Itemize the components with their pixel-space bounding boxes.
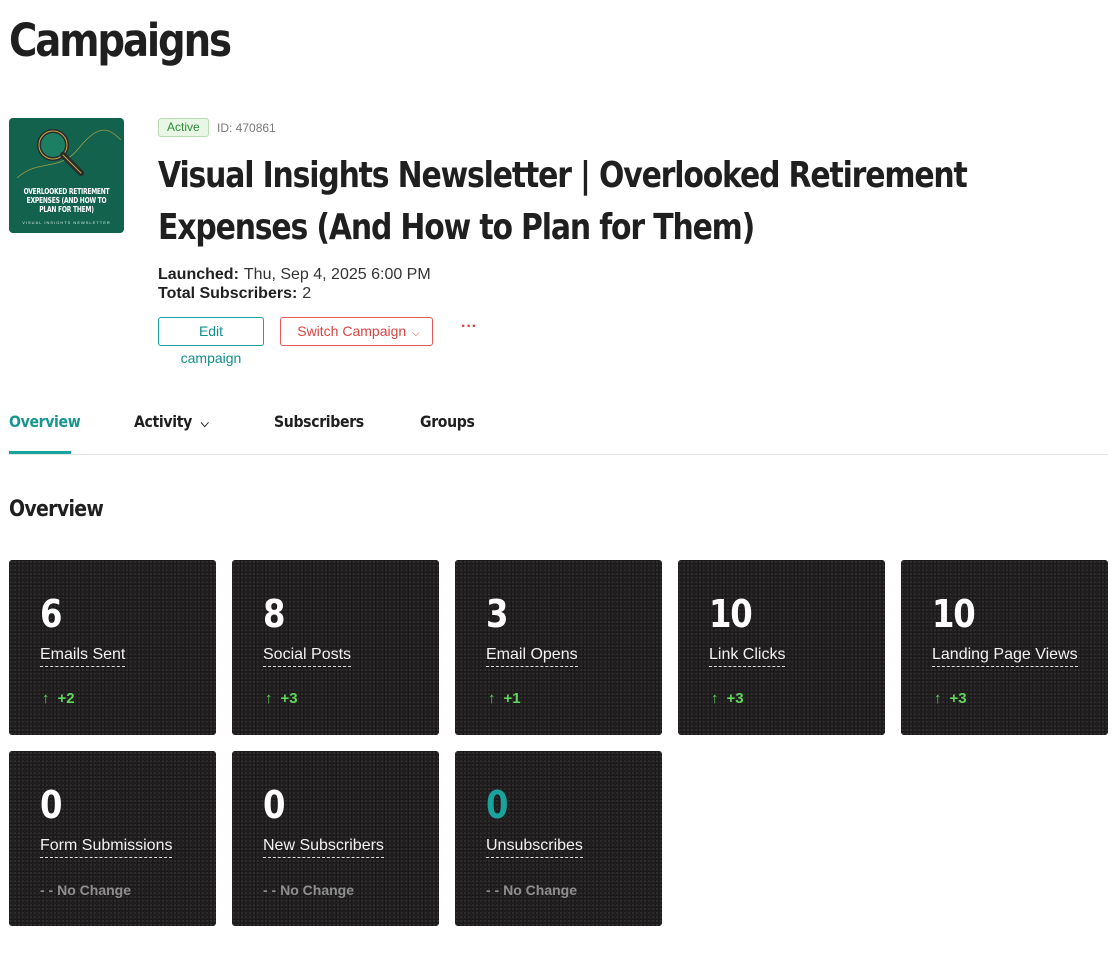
tab-overview[interactable]: Overview [9, 412, 81, 431]
stat-card-form-submissions[interactable]: 0 Form Submissions - - No Change [9, 751, 216, 926]
launched-row: Launched: Thu, Sep 4, 2025 6:00 PM [158, 266, 431, 284]
arrow-up-icon: ↑ [711, 690, 719, 707]
stat-card-emails-sent[interactable]: 6 Emails Sent ↑ +2 [9, 560, 216, 735]
switch-campaign-label: Switch Campaign [297, 323, 407, 339]
stat-change: ↑ +3 [932, 690, 967, 707]
stat-no-change: - - No Change [40, 882, 131, 898]
status-badge: Active [158, 118, 209, 137]
stat-change-value: +1 [503, 690, 521, 707]
stat-card-social-posts[interactable]: 8 Social Posts ↑ +3 [232, 560, 439, 735]
stat-label[interactable]: Link Clicks [709, 646, 786, 667]
active-tab-indicator [9, 451, 71, 454]
chevron-down-icon: ⌵ [412, 328, 420, 339]
stat-change: ↑ +1 [486, 690, 521, 707]
switch-campaign-button[interactable]: Switch Campaign ⌵ [280, 317, 433, 346]
campaign-title: Visual Insights Newsletter | Overlooked … [158, 155, 968, 248]
launched-label: Launched: [158, 266, 239, 283]
arrow-up-icon: ↑ [488, 690, 496, 707]
page-title: Campaigns [9, 14, 232, 67]
tab-bar: Overview Activity ⌵ Subscribers Groups [9, 400, 1108, 455]
stat-label[interactable]: Email Opens [486, 646, 578, 667]
total-subscribers-label: Total Subscribers: [158, 285, 298, 302]
edit-campaign-button[interactable]: Edit campaign [158, 317, 264, 366]
subscribers-row: Total Subscribers: 2 [158, 285, 311, 303]
stat-change: ↑ +2 [40, 690, 75, 707]
arrow-up-icon: ↑ [934, 690, 942, 707]
stat-card-new-subscribers[interactable]: 0 New Subscribers - - No Change [232, 751, 439, 926]
stat-value: 0 [263, 783, 285, 827]
tab-activity-label: Activity [134, 412, 192, 431]
total-subscribers-value: 2 [302, 285, 312, 302]
stat-label[interactable]: Social Posts [263, 646, 352, 667]
campaign-id: ID: 470861 [217, 121, 276, 135]
stat-change-value: +2 [57, 690, 75, 707]
campaign-thumbnail: OVERLOOKED RETIREMENT EXPENSES (AND HOW … [9, 118, 124, 233]
tab-groups-label: Groups [420, 412, 475, 431]
stat-change: ↑ +3 [709, 690, 744, 707]
stat-change-value: +3 [280, 690, 298, 707]
thumbnail-title: OVERLOOKED RETIREMENT EXPENSES (AND HOW … [23, 187, 110, 214]
tab-overview-label: Overview [9, 412, 81, 431]
stat-label[interactable]: Landing Page Views [932, 646, 1078, 667]
arrow-up-icon: ↑ [42, 690, 50, 707]
tab-groups[interactable]: Groups [420, 412, 475, 431]
section-title: Overview [9, 497, 104, 522]
stat-card-landing-page-views[interactable]: 10 Landing Page Views ↑ +3 [901, 560, 1108, 735]
launched-value: Thu, Sep 4, 2025 6:00 PM [243, 266, 431, 283]
stat-change: ↑ +3 [263, 690, 298, 707]
stat-label[interactable]: New Subscribers [263, 837, 384, 858]
more-options-button[interactable]: ··· [461, 318, 477, 336]
stat-card-link-clicks[interactable]: 10 Link Clicks ↑ +3 [678, 560, 885, 735]
stat-value: 10 [932, 592, 976, 636]
tab-subscribers[interactable]: Subscribers [274, 412, 364, 431]
stat-value: 0 [486, 783, 508, 827]
stat-no-change: - - No Change [263, 882, 354, 898]
stat-value: 6 [40, 592, 62, 636]
stat-change-value: +3 [726, 690, 744, 707]
stat-value: 8 [263, 592, 285, 636]
stat-label[interactable]: Unsubscribes [486, 837, 583, 858]
chevron-down-icon: ⌵ [200, 416, 209, 430]
stat-change-value: +3 [949, 690, 967, 707]
thumbnail-subtitle: VISUAL INSIGHTS NEWSLETTER [22, 220, 111, 225]
magnifying-glass-icon [16, 129, 122, 179]
stat-value: 0 [40, 783, 62, 827]
tab-subscribers-label: Subscribers [274, 412, 364, 431]
stat-label[interactable]: Emails Sent [40, 646, 126, 667]
stat-label[interactable]: Form Submissions [40, 837, 173, 858]
stat-value: 10 [709, 592, 753, 636]
stat-card-email-opens[interactable]: 3 Email Opens ↑ +1 [455, 560, 662, 735]
stat-value: 3 [486, 592, 508, 636]
stat-card-unsubscribes[interactable]: 0 Unsubscribes - - No Change [455, 751, 662, 926]
tab-activity[interactable]: Activity ⌵ [134, 412, 209, 431]
arrow-up-icon: ↑ [265, 690, 273, 707]
stat-no-change: - - No Change [486, 882, 577, 898]
